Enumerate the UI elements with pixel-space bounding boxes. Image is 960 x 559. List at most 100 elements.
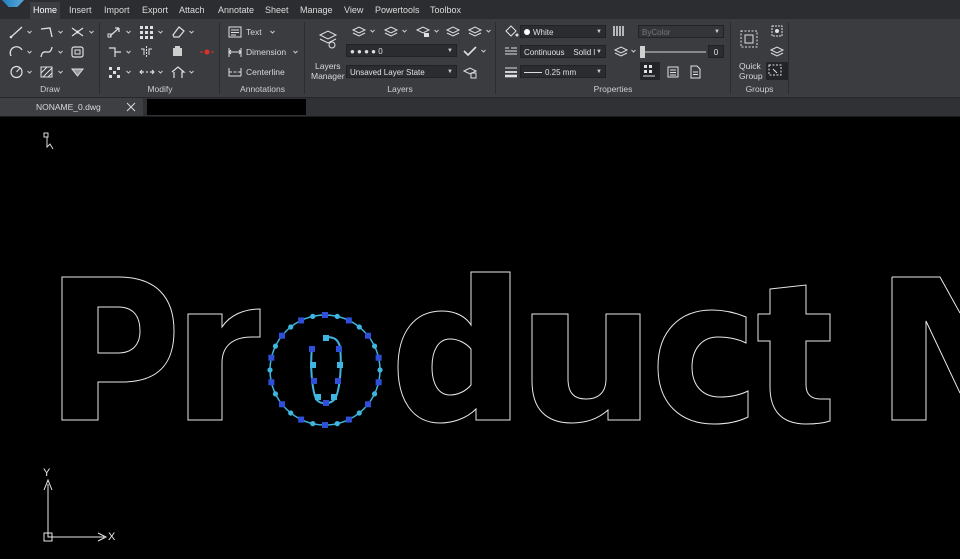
grip-handle[interactable]: [334, 421, 340, 427]
transparency-slider-handle[interactable]: [640, 46, 645, 58]
grip-handle[interactable]: [334, 313, 340, 319]
grip-handle[interactable]: [356, 324, 362, 330]
chevron-down-icon[interactable]: [189, 64, 194, 80]
layer-select[interactable]: ● ● ● ● 0 ▼: [346, 44, 457, 57]
grip-handle[interactable]: [322, 422, 328, 428]
chevron-down-icon[interactable]: [89, 24, 94, 40]
grip-handle[interactable]: [375, 354, 382, 361]
color-bucket-icon[interactable]: [502, 23, 520, 39]
tab-sheet[interactable]: Sheet: [265, 2, 289, 19]
chevron-down-icon[interactable]: [370, 23, 375, 39]
transparency-layers-icon[interactable]: [612, 43, 630, 59]
chevron-down-icon[interactable]: [27, 24, 32, 40]
grip-handle[interactable]: [288, 410, 294, 416]
centerline-tool-icon[interactable]: [226, 64, 244, 80]
grip-handle[interactable]: [278, 401, 285, 408]
chevron-down-icon[interactable]: [270, 24, 275, 40]
new-tab-area[interactable]: [147, 99, 306, 115]
grip-handle[interactable]: [310, 313, 316, 319]
move-tool-icon[interactable]: [106, 24, 124, 40]
layer-lock-icon[interactable]: [414, 23, 432, 39]
chevron-down-icon[interactable]: [402, 23, 407, 39]
explode-tool-icon[interactable]: [198, 44, 216, 60]
grip-handle[interactable]: [268, 379, 275, 386]
grip-handle[interactable]: [311, 378, 317, 384]
quick-group-label-2[interactable]: Group: [739, 71, 763, 81]
chevron-down-icon[interactable]: [27, 64, 32, 80]
chevron-down-icon[interactable]: [486, 23, 491, 39]
layer-isolate-icon[interactable]: [444, 23, 462, 39]
chevron-down-icon[interactable]: [481, 43, 486, 59]
list-properties-icon[interactable]: [640, 62, 660, 80]
grip-handle[interactable]: [267, 367, 273, 373]
grip-handle[interactable]: [337, 362, 343, 368]
tab-export[interactable]: Export: [142, 2, 168, 19]
tab-home[interactable]: Home: [30, 2, 60, 19]
polyline-tool-icon[interactable]: [38, 24, 56, 40]
grip-handle[interactable]: [268, 354, 275, 361]
lineweight-select[interactable]: 0.25 mm ▼: [520, 65, 606, 78]
drawing-canvas[interactable]: Y X: [0, 117, 960, 559]
grip-handle[interactable]: [310, 421, 316, 427]
grip-handle[interactable]: [288, 324, 294, 330]
grip-handle[interactable]: [371, 391, 378, 397]
chevron-down-icon[interactable]: [631, 43, 636, 59]
group-selection-icon[interactable]: [766, 62, 788, 80]
grip-handle[interactable]: [278, 332, 285, 339]
color-select[interactable]: White ▼: [520, 25, 606, 38]
lineweight-icon[interactable]: [502, 64, 520, 80]
array-tool-icon[interactable]: [138, 24, 156, 40]
tab-attach[interactable]: Attach: [179, 2, 205, 19]
transparency-slider[interactable]: [640, 46, 706, 58]
grip-handle[interactable]: [272, 343, 279, 349]
erase-tool-icon[interactable]: [169, 24, 187, 40]
transparency-icon[interactable]: [610, 23, 628, 39]
tab-view[interactable]: View: [344, 2, 363, 19]
properties-palette-icon[interactable]: [664, 64, 682, 80]
app-logo-icon[interactable]: [2, 0, 24, 7]
centerline-tool-label[interactable]: Centerline: [246, 67, 285, 77]
grip-handle[interactable]: [371, 343, 378, 349]
block-tool-icon[interactable]: [169, 44, 187, 60]
dimension-tool-label[interactable]: Dimension: [246, 47, 286, 57]
offset-tool-icon[interactable]: [69, 44, 87, 60]
linetype-icon[interactable]: [502, 43, 520, 59]
tab-insert[interactable]: Insert: [69, 2, 92, 19]
chevron-down-icon[interactable]: [126, 24, 131, 40]
tab-toolbox[interactable]: Toolbox: [430, 2, 461, 19]
transparency-mode-select[interactable]: ByColor ▼: [638, 25, 724, 38]
tab-annotate[interactable]: Annotate: [218, 2, 254, 19]
grip-handle[interactable]: [298, 416, 305, 423]
trim-tool-icon[interactable]: [106, 44, 124, 60]
ungroup-icon[interactable]: [768, 43, 786, 59]
grip-handle[interactable]: [336, 346, 342, 352]
grip-handle[interactable]: [323, 400, 329, 406]
grip-handle[interactable]: [377, 367, 383, 373]
quick-group-label[interactable]: Quick: [739, 61, 761, 71]
mirror-tool-icon[interactable]: [138, 44, 156, 60]
document-tab[interactable]: NONAME_0.dwg: [0, 98, 143, 116]
wipeout-tool-icon[interactable]: [69, 64, 87, 80]
chevron-down-icon[interactable]: [434, 23, 439, 39]
chevron-down-icon[interactable]: [158, 24, 163, 40]
grip-handle[interactable]: [375, 379, 382, 386]
grip-handle[interactable]: [335, 378, 341, 384]
line-tool-icon[interactable]: [8, 24, 26, 40]
grip-handle[interactable]: [310, 362, 316, 368]
grip-handle[interactable]: [356, 410, 362, 416]
layers-manager-icon[interactable]: [316, 28, 340, 50]
grip-handle[interactable]: [272, 391, 279, 397]
layer-walk-icon[interactable]: [466, 23, 484, 39]
grip-handle[interactable]: [315, 394, 321, 400]
layer-state-manager-icon[interactable]: [461, 64, 479, 80]
grip-handle[interactable]: [323, 335, 329, 341]
tab-powertools[interactable]: Powertools: [375, 2, 420, 19]
grip-handle[interactable]: [309, 346, 315, 352]
chevron-down-icon[interactable]: [126, 64, 131, 80]
tab-manage[interactable]: Manage: [300, 2, 333, 19]
grip-handle[interactable]: [298, 317, 305, 324]
match-properties-icon[interactable]: [169, 64, 187, 80]
chevron-down-icon[interactable]: [293, 44, 298, 60]
tab-import[interactable]: Import: [104, 2, 130, 19]
arc-tool-icon[interactable]: [8, 44, 26, 60]
